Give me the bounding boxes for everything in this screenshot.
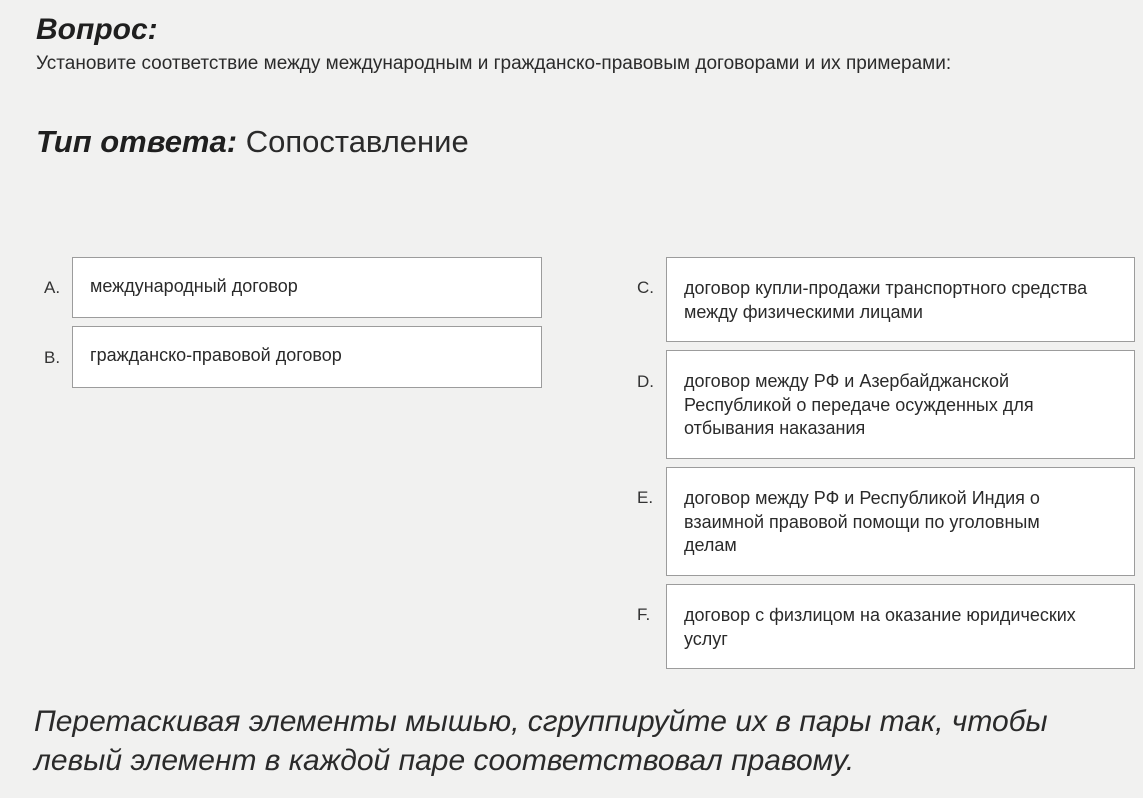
answer-type: Тип ответа: Сопоставление [36,122,469,162]
question-text: Установите соответствие между международ… [36,53,952,74]
question-heading: Вопрос: [36,13,158,46]
answer-type-label: Тип ответа: [36,124,238,159]
item-letter: B. [44,348,61,367]
draggable-item-d[interactable]: договор между РФ и Азербайджанской Респу… [666,350,1135,459]
item-letter: A. [44,278,61,297]
instruction-text: Перетаскивая элементы мышью, сгруппируйт… [34,705,1048,777]
draggable-item-c[interactable]: договор купли-продажи транспортного сред… [666,257,1135,342]
answer-type-value: Сопоставление [245,124,469,159]
draggable-item-f[interactable]: договор с физлицом на оказание юридическ… [666,584,1135,669]
item-letter: F. [637,605,651,624]
draggable-item-a[interactable]: международный договор [72,257,542,318]
item-letter: D. [637,372,654,391]
draggable-item-b[interactable]: гражданско-правовой договор [72,326,542,388]
draggable-item-e[interactable]: договор между РФ и Республикой Индия о в… [666,467,1135,576]
item-letter: E. [637,488,654,507]
item-letter: C. [637,278,654,297]
